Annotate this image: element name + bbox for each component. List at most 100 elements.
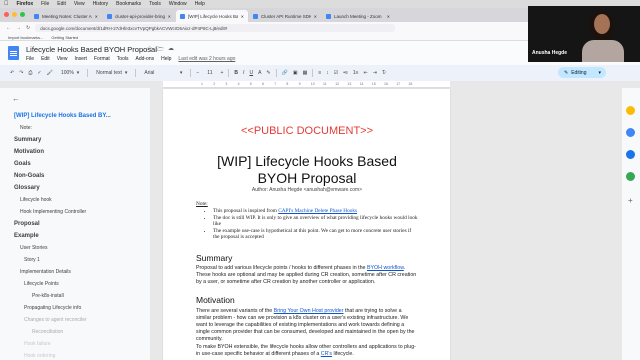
- outline-item[interactable]: Lifecycle Points: [0, 278, 150, 290]
- last-edit-link[interactable]: Last edit was 2 hours ago: [178, 56, 235, 62]
- insert-image-icon[interactable]: ▦: [303, 70, 308, 76]
- byoh-workflow-link[interactable]: BYOH workflow: [367, 265, 404, 271]
- keep-icon[interactable]: [626, 106, 635, 115]
- outline-item[interactable]: Hook Implementing Controller: [0, 206, 150, 218]
- close-tab-icon[interactable]: ✕: [314, 14, 317, 19]
- document-page[interactable]: <<PUBLIC DOCUMENT>> [WIP] Lifecycle Hook…: [163, 89, 450, 360]
- docs-menu-item[interactable]: View: [57, 56, 68, 62]
- reload-icon[interactable]: ↻: [26, 25, 30, 31]
- outline-item[interactable]: Non-Goals: [0, 170, 150, 182]
- checklist-icon[interactable]: ☑: [334, 70, 338, 76]
- os-menu-item[interactable]: Firefox: [17, 1, 34, 7]
- outline-item[interactable]: Example: [0, 230, 150, 242]
- close-tab-icon[interactable]: ✕: [387, 14, 390, 19]
- decrease-font-icon[interactable]: −: [196, 70, 199, 76]
- docs-menu-item[interactable]: Insert: [74, 56, 87, 62]
- outline-item[interactable]: Propagating Lifecycle info: [0, 302, 150, 314]
- tasks-icon[interactable]: [626, 128, 635, 137]
- bookmark-import[interactable]: Import bookmarks...: [8, 35, 43, 40]
- back-icon[interactable]: ←: [6, 25, 11, 31]
- print-icon[interactable]: ⎙: [28, 70, 32, 76]
- undo-icon[interactable]: ↶: [10, 70, 14, 76]
- paint-format-icon[interactable]: 🖌: [47, 70, 53, 76]
- spellcheck-icon[interactable]: ✓: [37, 70, 41, 76]
- align-left-icon[interactable]: ≡: [318, 70, 321, 76]
- close-tab-icon[interactable]: ✕: [168, 14, 171, 19]
- outline-item[interactable]: Motivation: [0, 146, 150, 158]
- docs-menu-item[interactable]: Help: [161, 56, 171, 62]
- outline-item[interactable]: Reconciliation: [0, 326, 150, 338]
- style-select[interactable]: Normal text ▾: [93, 70, 130, 76]
- outline-item[interactable]: [WIP] Lifecycle Hooks Based BY...: [0, 110, 150, 122]
- maps-icon[interactable]: [626, 172, 635, 181]
- redo-icon[interactable]: ↷: [19, 70, 23, 76]
- apple-icon[interactable]: : [4, 1, 9, 7]
- outline-item[interactable]: Goals: [0, 158, 150, 170]
- maximize-window-icon[interactable]: [20, 12, 25, 17]
- os-menu-item[interactable]: Edit: [57, 1, 66, 7]
- byoh-provider-link[interactable]: Bring Your Own Host provider: [274, 308, 344, 314]
- outline-item[interactable]: Note:: [0, 122, 150, 134]
- increase-indent-icon[interactable]: ⇥: [373, 70, 377, 76]
- outline-item[interactable]: Summary: [0, 134, 150, 146]
- capi-hooks-link[interactable]: CAPI's Machine Delete Phase Hooks: [278, 208, 357, 214]
- outline-item[interactable]: Hook failure: [0, 338, 150, 350]
- os-menu-item[interactable]: Help: [195, 1, 205, 7]
- add-ons-icon[interactable]: +: [628, 196, 633, 205]
- docs-menu-item[interactable]: Tools: [117, 56, 129, 62]
- os-menu-item[interactable]: Bookmarks: [116, 1, 141, 7]
- move-folder-icon[interactable]: 🗁: [156, 45, 163, 55]
- close-window-icon[interactable]: [4, 12, 9, 17]
- increase-font-icon[interactable]: +: [221, 70, 224, 76]
- star-icon[interactable]: ☆: [147, 45, 152, 55]
- ruler[interactable]: 1 2 3 4 5 6 7 8 9 10 11 12 13 14 15 16 17 18: [163, 81, 450, 88]
- contacts-icon[interactable]: [626, 150, 635, 159]
- docs-menu-item[interactable]: Add-ons: [135, 56, 154, 62]
- os-menu-item[interactable]: View: [74, 1, 85, 7]
- outline-item[interactable]: User Stories: [0, 242, 150, 254]
- decrease-indent-icon[interactable]: ⇤: [364, 70, 368, 76]
- browser-tab[interactable]: [WIP] Lifecycle Hooks Based BYOH✕: [176, 10, 248, 22]
- text-color-icon[interactable]: A: [258, 70, 261, 76]
- outline-item[interactable]: Hook ordering: [0, 350, 150, 360]
- address-bar[interactable]: docs.google.com/document/d/1dRH-27dHfe3x…: [35, 24, 396, 32]
- os-menu-item[interactable]: Window: [169, 1, 187, 7]
- forward-icon[interactable]: →: [16, 25, 21, 31]
- font-select[interactable]: Arial ▾: [141, 70, 185, 76]
- docs-menu-item[interactable]: Edit: [41, 56, 50, 62]
- highlight-icon[interactable]: ✎: [266, 70, 270, 76]
- docs-logo-icon[interactable]: [8, 46, 19, 60]
- bulleted-list-icon[interactable]: •≡: [343, 70, 348, 76]
- outline-item[interactable]: Proposal: [0, 218, 150, 230]
- doc-title[interactable]: Lifecycle Hooks Based BYOH Proposal: [26, 45, 157, 54]
- editing-mode-button[interactable]: ✎ Editing ▾: [558, 67, 606, 78]
- zoom-select[interactable]: 100% ▾: [58, 70, 82, 76]
- os-menu-item[interactable]: Tools: [149, 1, 161, 7]
- insert-link-icon[interactable]: 🔗: [282, 70, 288, 76]
- underline-icon[interactable]: U: [249, 70, 253, 76]
- browser-tab[interactable]: Launch Meeting - Zoom ✕: [322, 10, 394, 22]
- italic-icon[interactable]: I: [243, 70, 244, 76]
- close-tab-icon[interactable]: ✕: [95, 14, 98, 19]
- outline-item[interactable]: Story 1: [0, 254, 150, 266]
- font-size-input[interactable]: 11: [204, 70, 215, 76]
- back-arrow-icon[interactable]: ←: [12, 94, 20, 103]
- browser-tab[interactable]: cluster-api-provider-bringyour✕: [103, 10, 175, 22]
- docs-menu-item[interactable]: Format: [94, 56, 110, 62]
- line-spacing-icon[interactable]: ↕: [326, 70, 329, 76]
- os-menu-item[interactable]: History: [93, 1, 109, 7]
- outline-item[interactable]: Implementation Details: [0, 266, 150, 278]
- outline-item[interactable]: Changes to agent reconciler: [0, 314, 150, 326]
- close-tab-icon[interactable]: ✕: [241, 14, 244, 19]
- outline-item[interactable]: Lifecycle hook: [0, 194, 150, 206]
- os-menu-item[interactable]: File: [41, 1, 49, 7]
- bookmark-getting-started[interactable]: Getting Started: [51, 35, 78, 40]
- bold-icon[interactable]: B: [234, 70, 238, 76]
- browser-tab[interactable]: Meeting Notes: Cluster API Pro✕: [30, 10, 102, 22]
- add-comment-icon[interactable]: ▣: [293, 70, 298, 76]
- docs-menu-item[interactable]: File: [26, 56, 34, 62]
- cloud-status-icon[interactable]: ☁: [168, 45, 174, 55]
- crs-link[interactable]: CR's: [321, 351, 332, 357]
- outline-item[interactable]: Pre-k8s-install: [0, 290, 150, 302]
- clear-formatting-icon[interactable]: T̷: [382, 70, 385, 76]
